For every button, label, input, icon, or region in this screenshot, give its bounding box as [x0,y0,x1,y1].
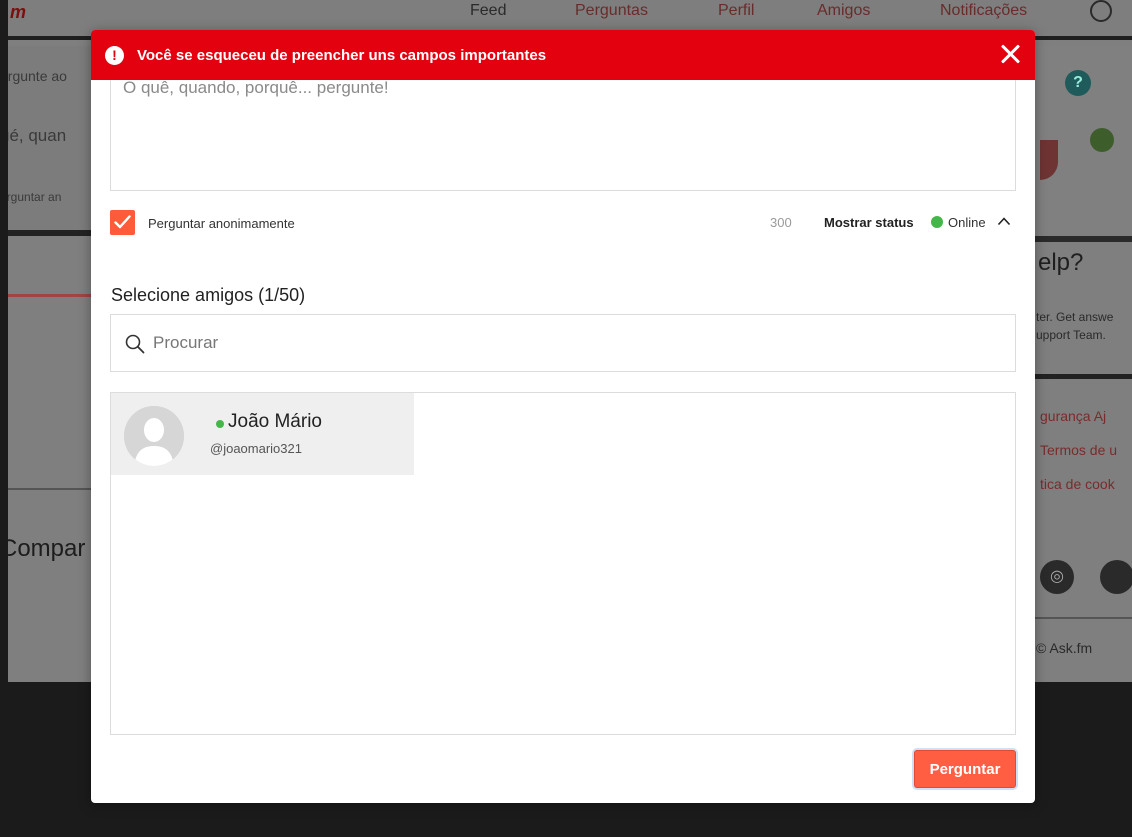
help-question-icon: ? [1065,70,1091,96]
friend-search [110,314,1016,372]
nav-notificacoes[interactable]: Notificações [940,2,1027,20]
vk-icon[interactable] [1100,560,1132,594]
background-question-placeholder: ué, quan [0,126,67,145]
site-logo: m [10,2,27,22]
background-divider [1033,617,1132,619]
friend-handle: @joaomario321 [210,441,302,456]
error-banner: ! Você se esqueceu de preencher uns camp… [91,30,1035,80]
anonymous-checkbox[interactable] [110,210,135,235]
ask-question-modal: ! Você se esqueceu de preencher uns camp… [91,30,1035,803]
footer-link-cookies[interactable]: tica de cook [1040,476,1115,492]
background-anon-label: erguntar an [0,190,62,204]
background-edge [0,0,8,837]
exclamation-icon: ! [105,45,124,65]
search-icon [125,334,145,354]
footer-link-terms[interactable]: Termos de u [1040,442,1117,458]
footer-link-security[interactable]: gurança Aj [1040,408,1106,424]
status-value[interactable]: Online [948,215,986,230]
character-counter: 300 [770,215,792,230]
friend-item[interactable]: João Mário @joaomario321 [111,393,414,475]
background-divider [0,488,95,490]
friend-name: João Mário [228,411,322,432]
friend-search-input[interactable] [153,315,1003,371]
show-status-label[interactable]: Mostrar status [824,215,914,230]
nav-amigos[interactable]: Amigos [817,2,870,20]
background-divider [1033,236,1132,242]
copyright-text: © Ask.fm [1036,640,1093,656]
anonymous-label[interactable]: Perguntar anonimamente [148,216,295,231]
question-input[interactable] [111,68,1015,190]
background-tab-underline [0,294,95,297]
background-help-text: ter. Get answe [1036,310,1114,324]
background-divider [1033,374,1132,379]
background-ask-prompt: ergunte ao [0,68,67,84]
online-status-dot [931,216,943,228]
help-chat-icon [1090,128,1114,152]
error-message: Você se esqueceu de preencher uns campos… [137,46,547,64]
background-share-heading: Compar [0,535,86,562]
nav-perfil[interactable]: Perfil [718,2,754,20]
question-options: Perguntar anonimamente 300 Mostrar statu… [110,210,1016,238]
chevron-up-icon[interactable] [997,216,1011,226]
background-ask-card: ergunte ao ué, quan erguntar an [0,46,95,236]
close-icon[interactable] [997,41,1023,67]
ask-submit-button[interactable]: Perguntar [914,750,1016,788]
friends-list: João Mário @joaomario321 [110,392,1016,735]
select-friends-title: Selecione amigos (1/50) [111,285,306,305]
instagram-icon[interactable]: ◎ [1040,560,1074,594]
checkmark-icon [114,215,131,229]
default-avatar-icon [124,406,184,466]
settings-gear-icon[interactable] [1090,0,1112,22]
question-area [110,68,1016,191]
nav-perguntas[interactable]: Perguntas [575,2,648,20]
friend-online-dot [216,420,224,428]
background-help-text: upport Team. [1036,328,1106,342]
background-help-heading: elp? [1038,249,1084,276]
avatar [124,406,184,466]
nav-feed[interactable]: Feed [470,2,506,20]
